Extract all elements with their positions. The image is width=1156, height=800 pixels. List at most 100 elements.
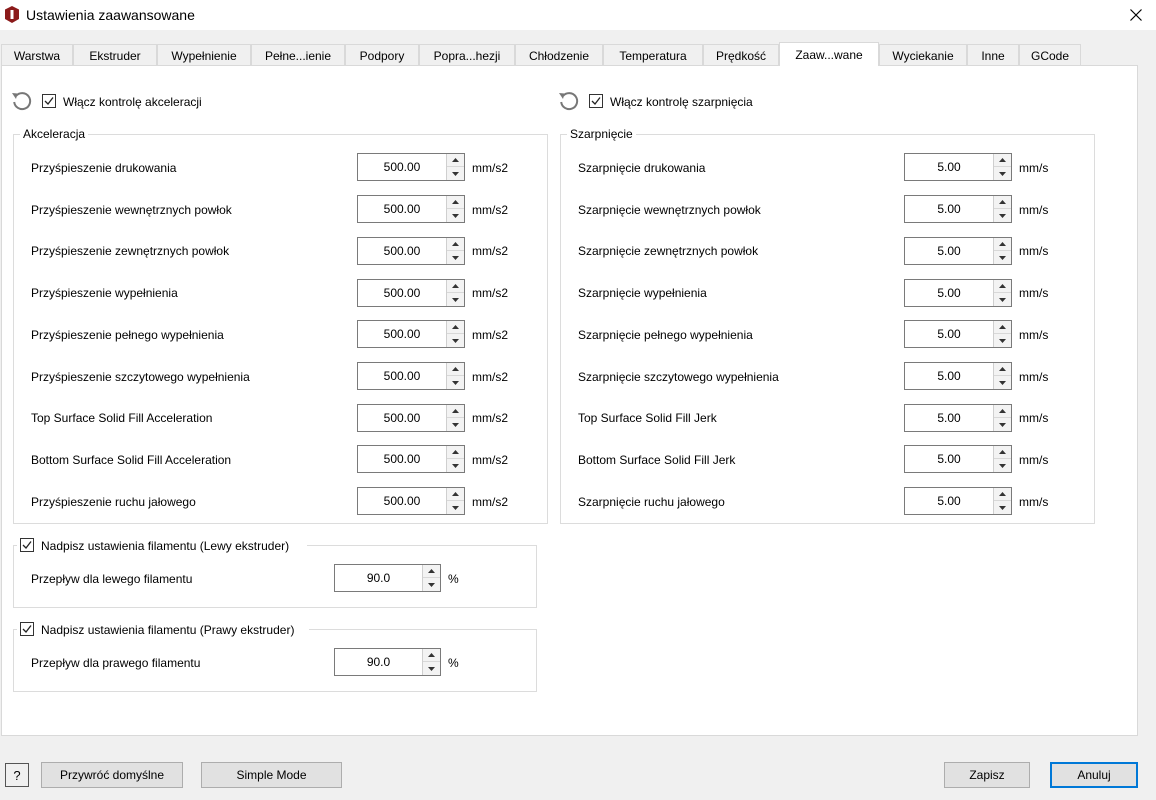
tab-warstwa[interactable]: Warstwa — [1, 44, 73, 66]
jerk-bottom-surface-spinbox[interactable]: 5.00 — [904, 445, 1012, 473]
spin-up-button[interactable] — [423, 565, 440, 578]
spin-down-button[interactable] — [994, 459, 1011, 472]
tab-pelne-wypelnienie[interactable]: Pełne...ienie — [251, 44, 345, 66]
tab-predkosc[interactable]: Prędkość — [703, 44, 779, 66]
spin-up-button[interactable] — [447, 154, 464, 167]
jerk-infill-spinbox[interactable]: 5.00 — [904, 279, 1012, 307]
jerk-outer-walls-spinbox[interactable]: 5.00 — [904, 237, 1012, 265]
unit-label: mm/s — [1019, 286, 1049, 300]
arrow-up-icon — [452, 284, 459, 288]
cancel-button[interactable]: Anuluj — [1050, 762, 1138, 788]
spin-up-button[interactable] — [994, 488, 1011, 501]
reset-acceleration-icon[interactable] — [11, 90, 33, 112]
spin-down-button[interactable] — [994, 209, 1011, 222]
accel-print-label: Przyśpieszenie drukowania — [31, 161, 177, 175]
spin-down-button[interactable] — [994, 167, 1011, 180]
spin-down-button[interactable] — [447, 209, 464, 222]
accel-infill-spinbox[interactable]: 500.00 — [357, 279, 465, 307]
jerk-travel-spinbox[interactable]: 5.00 — [904, 487, 1012, 515]
spin-up-button[interactable] — [994, 196, 1011, 209]
tab-zaawansowane[interactable]: Zaaw...wane — [779, 42, 879, 66]
accel-outer-walls-spinbox[interactable]: 500.00 — [357, 237, 465, 265]
left-flow-spinbox[interactable]: 90.0 — [334, 564, 441, 592]
arrow-down-icon — [999, 255, 1006, 260]
right-filament-override-checkbox[interactable] — [20, 622, 34, 636]
jerk-top-surface-spinbox[interactable]: 5.00 — [904, 404, 1012, 432]
tab-poprawa-adhezji[interactable]: Popra...hezji — [419, 44, 515, 66]
spin-up-button[interactable] — [994, 154, 1011, 167]
arrow-up-icon — [452, 450, 459, 454]
spin-up-button[interactable] — [447, 488, 464, 501]
spin-down-button[interactable] — [447, 501, 464, 514]
spin-down-button[interactable] — [423, 662, 440, 675]
tab-gcode[interactable]: GCode — [1019, 44, 1081, 66]
spin-down-button[interactable] — [447, 167, 464, 180]
arrow-down-icon — [999, 422, 1006, 427]
tab-wypelnienie[interactable]: Wypełnienie — [157, 44, 251, 66]
accel-top-infill-spinbox[interactable]: 500.00 — [357, 362, 465, 390]
accel-top-surface-spinbox[interactable]: 500.00 — [357, 404, 465, 432]
accel-bottom-surface-spinbox[interactable]: 500.00 — [357, 445, 465, 473]
spin-down-button[interactable] — [994, 293, 1011, 306]
tab-inne[interactable]: Inne — [967, 44, 1019, 66]
spin-down-button[interactable] — [994, 418, 1011, 431]
spin-up-button[interactable] — [447, 321, 464, 334]
spin-up-button[interactable] — [423, 649, 440, 662]
unit-label: mm/s — [1019, 161, 1049, 175]
jerk-inner-walls-spinbox[interactable]: 5.00 — [904, 195, 1012, 223]
reset-jerk-icon[interactable] — [558, 90, 580, 112]
spin-down-button[interactable] — [423, 578, 440, 591]
spin-up-button[interactable] — [994, 446, 1011, 459]
spin-up-button[interactable] — [447, 446, 464, 459]
jerk-top-infill-spinbox[interactable]: 5.00 — [904, 362, 1012, 390]
spin-up-button[interactable] — [447, 196, 464, 209]
arrow-up-icon — [428, 653, 435, 657]
spin-down-button[interactable] — [447, 459, 464, 472]
spin-down-button[interactable] — [447, 334, 464, 347]
spin-up-button[interactable] — [994, 321, 1011, 334]
close-icon — [1130, 9, 1142, 21]
help-button[interactable]: ? — [5, 763, 29, 787]
right-flow-spinbox[interactable]: 90.0 — [334, 648, 441, 676]
tab-podpory[interactable]: Podpory — [345, 44, 419, 66]
spin-down-button[interactable] — [447, 293, 464, 306]
accel-solid-infill-spinbox[interactable]: 500.00 — [357, 320, 465, 348]
spin-down-button[interactable] — [994, 334, 1011, 347]
enable-acceleration-checkbox[interactable] — [42, 94, 56, 108]
jerk-solid-infill-spinbox[interactable]: 5.00 — [904, 320, 1012, 348]
spin-up-button[interactable] — [447, 280, 464, 293]
accel-print-spinbox[interactable]: 500.00 — [357, 153, 465, 181]
simple-mode-button[interactable]: Simple Mode — [201, 762, 342, 788]
left-filament-override-checkbox[interactable] — [20, 538, 34, 552]
accel-travel-spinbox[interactable]: 500.00 — [357, 487, 465, 515]
spin-up-button[interactable] — [994, 238, 1011, 251]
save-button[interactable]: Zapisz — [944, 762, 1030, 788]
spin-down-button[interactable] — [994, 376, 1011, 389]
tab-wyciekanie[interactable]: Wyciekanie — [879, 44, 967, 66]
enable-jerk-checkbox[interactable] — [589, 94, 603, 108]
spin-down-button[interactable] — [994, 251, 1011, 264]
jerk-print-spinbox[interactable]: 5.00 — [904, 153, 1012, 181]
tab-temperatura[interactable]: Temperatura — [603, 44, 703, 66]
tab-ekstruder[interactable]: Ekstruder — [73, 44, 157, 66]
arrow-up-icon — [999, 367, 1006, 371]
spin-up-button[interactable] — [447, 238, 464, 251]
spin-up-button[interactable] — [994, 280, 1011, 293]
spin-down-button[interactable] — [447, 376, 464, 389]
accel-travel-label: Przyśpieszenie ruchu jałowego — [31, 495, 196, 509]
spin-down-button[interactable] — [447, 418, 464, 431]
tab-chlodzenie[interactable]: Chłodzenie — [515, 44, 603, 66]
restore-defaults-button[interactable]: Przywróć domyślne — [41, 762, 183, 788]
jerk-outer-walls-label: Szarpnięcie zewnętrznych powłok — [578, 244, 759, 258]
close-button[interactable] — [1116, 0, 1156, 30]
checkmark-icon — [591, 97, 601, 105]
spin-up-button[interactable] — [447, 363, 464, 376]
spin-up-button[interactable] — [994, 405, 1011, 418]
spin-down-button[interactable] — [994, 501, 1011, 514]
accel-inner-walls-spinbox[interactable]: 500.00 — [357, 195, 465, 223]
spin-up-button[interactable] — [447, 405, 464, 418]
spin-up-button[interactable] — [994, 363, 1011, 376]
unit-label: mm/s — [1019, 411, 1049, 425]
spin-down-button[interactable] — [447, 251, 464, 264]
unit-label: mm/s — [1019, 244, 1049, 258]
